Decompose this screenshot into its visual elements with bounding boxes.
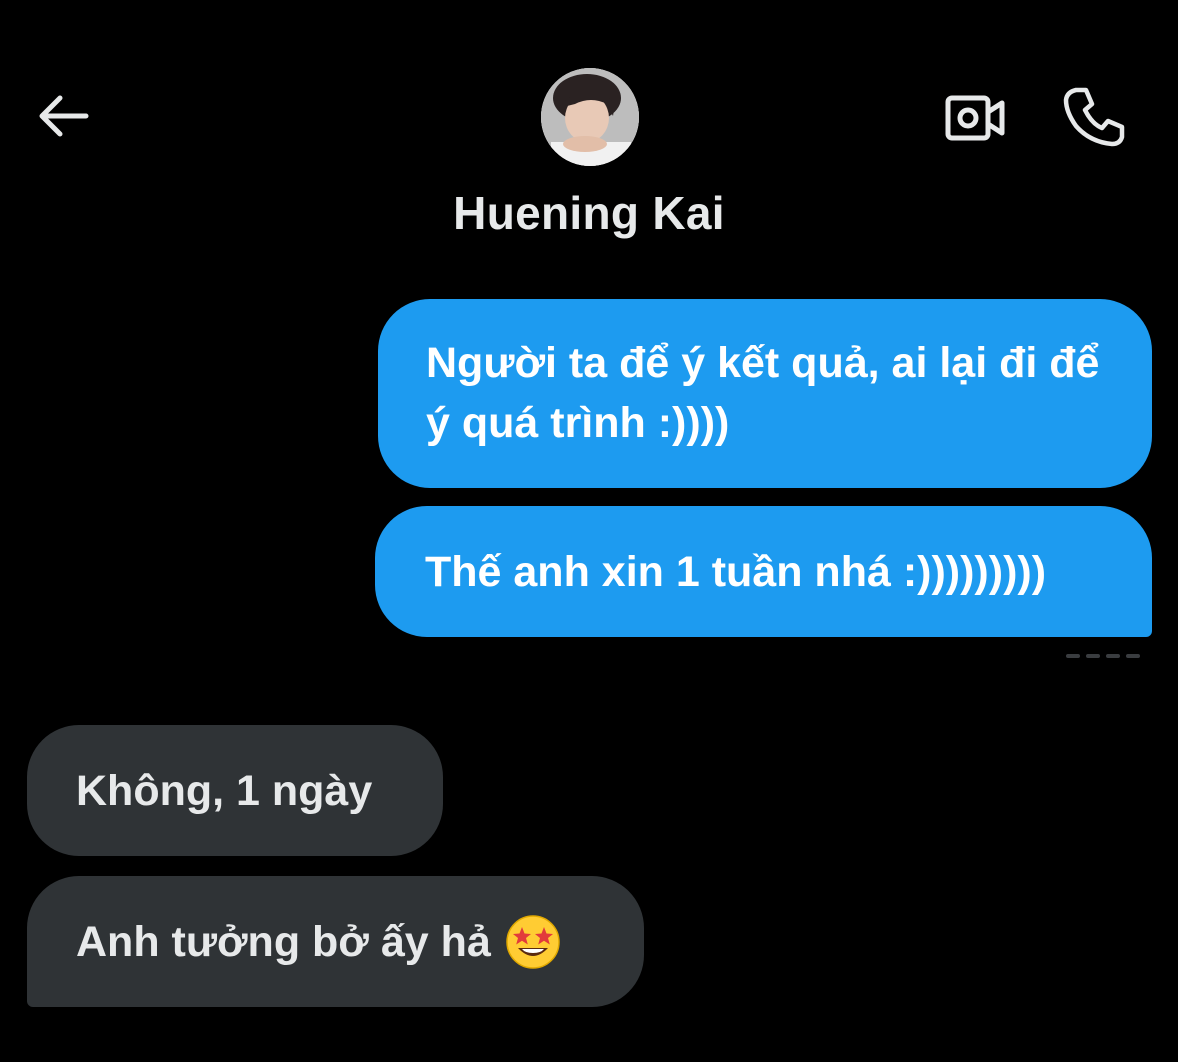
conversation-header: Huening Kai (0, 0, 1178, 270)
contact-name[interactable]: Huening Kai (0, 186, 1178, 240)
arrow-left-icon (39, 95, 89, 137)
message-text: Không, 1 ngày (76, 766, 373, 815)
message-bubble-incoming[interactable]: Không, 1 ngày (27, 725, 443, 856)
message-text: Thế anh xin 1 tuần nhá :))))))))) (425, 547, 1047, 596)
message-timestamp-fragment (1066, 654, 1140, 658)
voice-call-button[interactable] (1058, 82, 1130, 150)
message-bubble-outgoing[interactable]: Thế anh xin 1 tuần nhá :))))))))) (375, 506, 1152, 637)
video-call-button[interactable] (940, 88, 1012, 148)
message-bubble-incoming[interactable]: Anh tưởng bở ấy hả (27, 876, 644, 1007)
message-text: Anh tưởng bở ấy hả (76, 917, 491, 966)
video-camera-icon (945, 95, 1005, 141)
phone-icon (1063, 87, 1125, 147)
message-text: Người ta để ý kết quả, ai lại đi để ý qu… (426, 338, 1100, 447)
back-button[interactable] (30, 88, 94, 144)
avatar[interactable] (541, 68, 639, 166)
message-bubble-outgoing[interactable]: Người ta để ý kết quả, ai lại đi để ý qu… (378, 299, 1152, 488)
star-struck-emoji-icon (506, 914, 560, 969)
avatar-photo (541, 68, 639, 166)
